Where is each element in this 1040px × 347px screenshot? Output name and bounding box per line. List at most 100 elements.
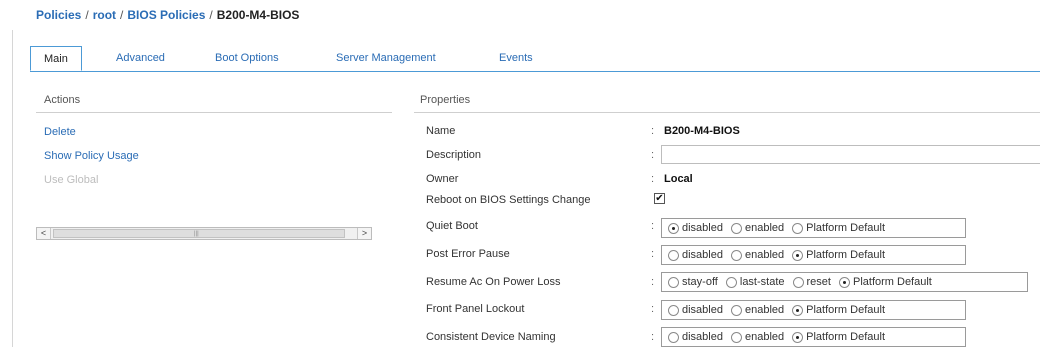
colon: : [651,276,655,288]
scroll-left-icon[interactable]: < [37,228,51,239]
radio-option[interactable]: Platform Default [792,331,885,343]
reboot-label: Reboot on BIOS Settings Change [426,194,591,206]
breadcrumb-separator: / [209,8,213,22]
show-policy-usage-link[interactable]: Show Policy Usage [44,150,139,162]
tab-advanced[interactable]: Advanced [116,46,165,71]
owner-label: Owner [426,173,459,185]
properties-title: Properties [420,94,471,106]
radio-label: Platform Default [852,276,932,288]
use-global-link: Use Global [44,174,99,186]
radio-option[interactable]: last-state [725,276,785,288]
tab-events[interactable]: Events [499,46,533,71]
resume-ac-label: Resume Ac On Power Loss [426,276,561,288]
radio-icon[interactable] [792,276,804,288]
radio-option[interactable]: disabled [668,249,723,261]
actions-divider [36,112,392,113]
radio-option[interactable]: Platform Default [792,222,885,234]
scroll-right-icon[interactable]: > [357,228,371,239]
horizontal-scrollbar[interactable]: < ||| > [36,227,372,240]
properties-divider [414,112,1040,113]
quiet-boot-label: Quiet Boot [426,220,478,232]
radio-option[interactable]: disabled [668,222,723,234]
breadcrumb-current: B200-M4-BIOS [216,8,300,22]
breadcrumb-bios-policies[interactable]: BIOS Policies [127,8,205,22]
radio-option[interactable]: Platform Default [792,304,885,316]
radio-icon[interactable] [725,276,737,288]
post-error-pause-label: Post Error Pause [426,248,510,260]
radio-option[interactable]: enabled [730,249,785,261]
radio-selected-icon[interactable] [668,222,679,234]
radio-label: Platform Default [806,304,886,316]
radio-label: disabled [682,249,723,261]
radio-label: enabled [744,304,785,316]
delete-link[interactable]: Delete [44,126,76,138]
radio-selected-icon[interactable] [792,249,804,261]
scroll-thumb[interactable]: ||| [53,229,345,238]
front-panel-lockout-label: Front Panel Lockout [426,303,525,315]
colon: : [651,173,655,185]
radio-option[interactable]: enabled [730,304,785,316]
breadcrumb-separator: / [85,8,89,22]
description-field[interactable] [661,145,1040,164]
radio-selected-icon[interactable] [792,331,804,343]
consistent-device-naming-radio-group: disabled enabled Platform Default [661,327,966,347]
colon: : [651,220,655,232]
colon: : [651,331,655,343]
tab-bar: Main Advanced Boot Options Server Manage… [30,46,1040,72]
tab-boot-options[interactable]: Boot Options [215,46,279,71]
radio-label: disabled [682,304,723,316]
colon: : [651,149,655,161]
colon: : [651,125,655,137]
radio-option[interactable]: enabled [730,331,785,343]
radio-option[interactable]: enabled [730,222,785,234]
radio-option[interactable]: disabled [668,304,723,316]
radio-selected-icon[interactable] [792,304,804,316]
radio-label: Platform Default [806,331,886,343]
description-label: Description [426,149,482,161]
post-error-pause-radio-group: disabled enabled Platform Default [661,245,966,265]
radio-selected-icon[interactable] [838,276,850,288]
radio-icon[interactable] [668,276,679,288]
breadcrumb: Policies / root / BIOS Policies / B200-M4-BIOS [36,8,299,22]
colon: : [651,248,655,260]
radio-icon[interactable] [730,249,742,261]
radio-label: disabled [682,222,723,234]
breadcrumb-root[interactable]: root [93,8,116,22]
radio-label: reset [806,276,831,288]
radio-option[interactable]: reset [792,276,831,288]
radio-icon[interactable] [668,304,679,316]
radio-option[interactable]: Platform Default [792,249,885,261]
name-value: B200-M4-BIOS [664,125,740,137]
breadcrumb-separator: / [120,8,124,22]
resume-ac-radio-group: stay-off last-state reset Platform Defau… [661,272,1028,292]
radio-label: enabled [744,249,785,261]
breadcrumb-policies[interactable]: Policies [36,8,81,22]
radio-label: Platform Default [806,222,886,234]
radio-icon[interactable] [668,331,679,343]
front-panel-lockout-radio-group: disabled enabled Platform Default [661,300,966,320]
radio-option[interactable]: stay-off [668,276,718,288]
radio-option[interactable]: disabled [668,331,723,343]
radio-label: enabled [744,331,785,343]
radio-label: disabled [682,331,723,343]
colon: : [651,303,655,315]
radio-option[interactable]: Platform Default [838,276,932,288]
radio-icon[interactable] [730,222,742,234]
radio-label: stay-off [682,276,718,288]
quiet-boot-radio-group: disabled enabled Platform Default [661,218,966,238]
radio-label: Platform Default [806,249,886,261]
name-label: Name [426,125,456,137]
tab-server-management[interactable]: Server Management [336,46,436,71]
owner-value: Local [664,173,693,185]
radio-icon[interactable] [730,304,742,316]
grip-icon: ||| [194,231,199,237]
radio-label: enabled [744,222,785,234]
radio-icon[interactable] [730,331,742,343]
actions-title: Actions [44,94,81,106]
reboot-checkbox[interactable]: ✔ [654,193,665,204]
radio-icon[interactable] [668,249,679,261]
tab-main[interactable]: Main [30,46,82,71]
left-border-divider [12,30,13,347]
radio-icon[interactable] [792,222,804,234]
radio-label: last-state [739,276,785,288]
